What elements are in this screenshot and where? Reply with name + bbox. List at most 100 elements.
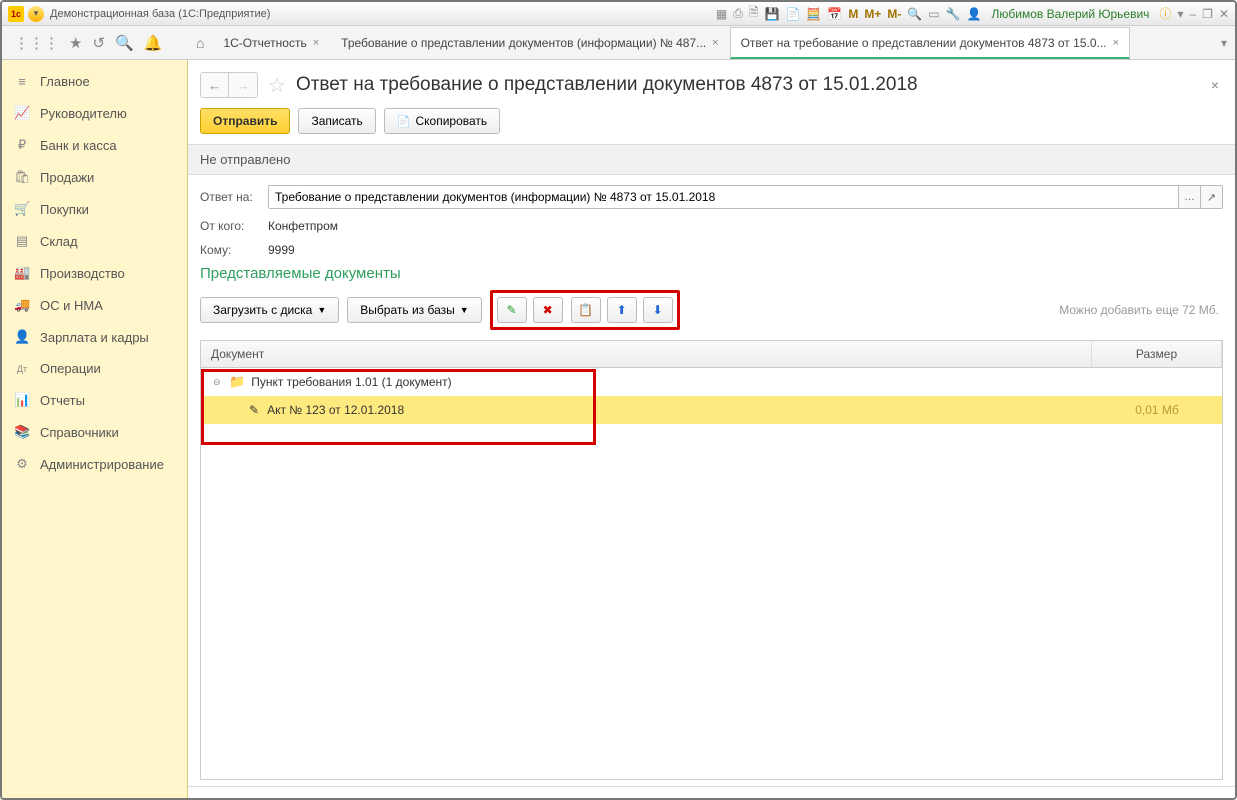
copy-row-button[interactable]: 📋	[571, 297, 601, 323]
calendar-icon[interactable]: 📅	[827, 7, 842, 21]
cart-icon: 🛒	[14, 201, 30, 217]
favorite-star-icon[interactable]: ☆	[268, 73, 286, 98]
open-icon[interactable]: ↗	[1201, 185, 1223, 209]
row-edit-icon: ✎	[249, 403, 259, 417]
minimize-icon[interactable]: –	[1189, 7, 1196, 21]
sidebar: ≡Главное 📈Руководителю ₽Банк и касса 🛍Пр…	[2, 60, 188, 798]
sidebar-item-operations[interactable]: ДтОперации	[2, 353, 187, 384]
status-bar: Не отправлено	[188, 144, 1235, 175]
star-icon[interactable]: ★	[69, 34, 82, 52]
layout-icon[interactable]: ▭	[928, 7, 939, 21]
sidebar-item-warehouse[interactable]: ▤Склад	[2, 225, 187, 257]
sidebar-item-sales[interactable]: 🛍Продажи	[2, 161, 187, 193]
sidebar-item-bank[interactable]: ₽Банк и касса	[2, 129, 187, 161]
close-page-icon[interactable]: ×	[1211, 77, 1219, 93]
table-group-row[interactable]: ⊖ 📁 Пункт требования 1.01 (1 документ)	[201, 368, 1222, 396]
close-window-icon[interactable]: ✕	[1219, 7, 1229, 21]
info-icon[interactable]: ⓘ	[1159, 5, 1171, 22]
collapse-icon[interactable]: ⊖	[213, 377, 223, 388]
bell-icon[interactable]: 🔔	[144, 34, 163, 52]
documents-table: Документ Размер ⊖ 📁 Пункт требования 1.0…	[200, 340, 1223, 780]
home-icon[interactable]: ⌂	[188, 26, 212, 59]
user-name[interactable]: Любимов Валерий Юрьевич	[992, 7, 1150, 21]
main-content: ← → ☆ Ответ на требование о представлени…	[188, 60, 1235, 798]
sidebar-item-purchases[interactable]: 🛒Покупки	[2, 193, 187, 225]
tab-answer[interactable]: Ответ на требование о представлении доку…	[730, 27, 1130, 59]
th-document[interactable]: Документ	[201, 341, 1092, 367]
close-icon[interactable]: ×	[1113, 37, 1119, 49]
to-value: 9999	[268, 243, 295, 257]
answer-label: Ответ на:	[200, 190, 260, 204]
dropdown-icon[interactable]: ▾	[28, 6, 44, 22]
tool-icon[interactable]: 🔧	[946, 7, 961, 21]
choose-from-base-button[interactable]: Выбрать из базы ▼	[347, 297, 481, 323]
info-dropdown-icon[interactable]: ▾	[1177, 7, 1183, 21]
table-row[interactable]: ✎ Акт № 123 от 12.01.2018 0,01 Мб	[201, 396, 1222, 424]
sidebar-item-main[interactable]: ≡Главное	[2, 66, 187, 97]
history-icon[interactable]: ↺	[92, 34, 105, 52]
copy-button[interactable]: 📄Скопировать	[384, 108, 500, 134]
m-minus-button[interactable]: M-	[887, 7, 901, 21]
print-icon[interactable]: ⎙	[733, 6, 743, 21]
group-label: Пункт требования 1.01 (1 документ)	[251, 375, 451, 389]
row-size: 0,01 Мб	[1092, 403, 1222, 417]
print-preview-icon[interactable]: ▦	[716, 7, 727, 21]
user-icon: 👤	[967, 7, 982, 21]
from-value: Конфетпром	[268, 219, 338, 233]
sidebar-item-catalogs[interactable]: 📚Справочники	[2, 416, 187, 448]
save-disk-icon[interactable]: 💾	[765, 7, 780, 21]
apps-icon[interactable]: ⋮⋮⋮	[14, 34, 59, 52]
down-arrow-icon: ⬇	[653, 303, 663, 317]
to-label: Кому:	[200, 243, 260, 257]
menu-icon: ≡	[14, 74, 30, 89]
m-plus-button[interactable]: M+	[864, 7, 881, 21]
sidebar-item-manager[interactable]: 📈Руководителю	[2, 97, 187, 129]
tab-reporting[interactable]: 1С-Отчетность×	[212, 27, 330, 59]
more-tabs-icon[interactable]: ▾	[1213, 26, 1235, 59]
sidebar-item-reports[interactable]: 📊Отчеты	[2, 384, 187, 416]
search-icon[interactable]: 🔍	[115, 34, 134, 52]
send-button[interactable]: Отправить	[200, 108, 290, 134]
section-title: Представляемые документы	[188, 261, 1235, 286]
load-from-disk-button[interactable]: Загрузить с диска ▼	[200, 297, 339, 323]
window-titlebar: 1c ▾ Демонстрационная база (1С:Предприят…	[2, 2, 1235, 26]
delete-button[interactable]: ✖	[533, 297, 563, 323]
doc-icon[interactable]: 🗎	[749, 3, 759, 24]
th-size[interactable]: Размер	[1092, 341, 1222, 367]
stack-icon: ▤	[14, 233, 30, 249]
select-icon[interactable]: …	[1179, 185, 1201, 209]
forward-button[interactable]: →	[229, 73, 257, 97]
edit-button[interactable]: ✎	[497, 297, 527, 323]
tab-requirement[interactable]: Требование о представлении документов (и…	[330, 27, 729, 59]
sidebar-item-assets[interactable]: 🚚ОС и НМА	[2, 289, 187, 321]
ruble-icon: ₽	[14, 137, 30, 153]
tabs-toolbar: ⋮⋮⋮ ★ ↺ 🔍 🔔 ⌂ 1С-Отчетность× Требование …	[2, 26, 1235, 60]
calc-icon[interactable]: 🧮	[806, 7, 821, 21]
restore-icon[interactable]: ❐	[1202, 7, 1213, 21]
books-icon: 📚	[14, 424, 30, 440]
answer-input[interactable]	[268, 185, 1179, 209]
sidebar-item-admin[interactable]: ⚙Администрирование	[2, 448, 187, 480]
dtkt-icon: Дт	[14, 364, 30, 374]
pencil-icon: ✎	[507, 303, 517, 317]
sidebar-item-payroll[interactable]: 👤Зарплата и кадры	[2, 321, 187, 353]
copy-row-icon: 📋	[578, 303, 593, 317]
copy-icon: 📄	[397, 115, 411, 128]
close-icon[interactable]: ×	[712, 37, 718, 49]
person-icon: 👤	[14, 329, 30, 345]
save-button[interactable]: Записать	[298, 108, 375, 134]
sidebar-item-production[interactable]: 🏭Производство	[2, 257, 187, 289]
window-title: Демонстрационная база (1С:Предприятие)	[50, 8, 270, 20]
delete-icon: ✖	[543, 303, 553, 317]
move-up-button[interactable]: ⬆	[607, 297, 637, 323]
zoom-icon[interactable]: 🔍	[907, 7, 922, 21]
close-icon[interactable]: ×	[313, 37, 319, 49]
move-down-button[interactable]: ⬇	[643, 297, 673, 323]
size-hint: Можно добавить еще 72 Мб.	[1059, 303, 1223, 317]
app-logo-icon: 1c	[8, 6, 24, 22]
back-button[interactable]: ←	[201, 73, 229, 97]
page-icon[interactable]: 📄	[785, 7, 800, 21]
bag-icon: 🛍	[14, 169, 30, 185]
m-button[interactable]: M	[848, 7, 858, 21]
folder-icon: 📁	[229, 374, 245, 390]
